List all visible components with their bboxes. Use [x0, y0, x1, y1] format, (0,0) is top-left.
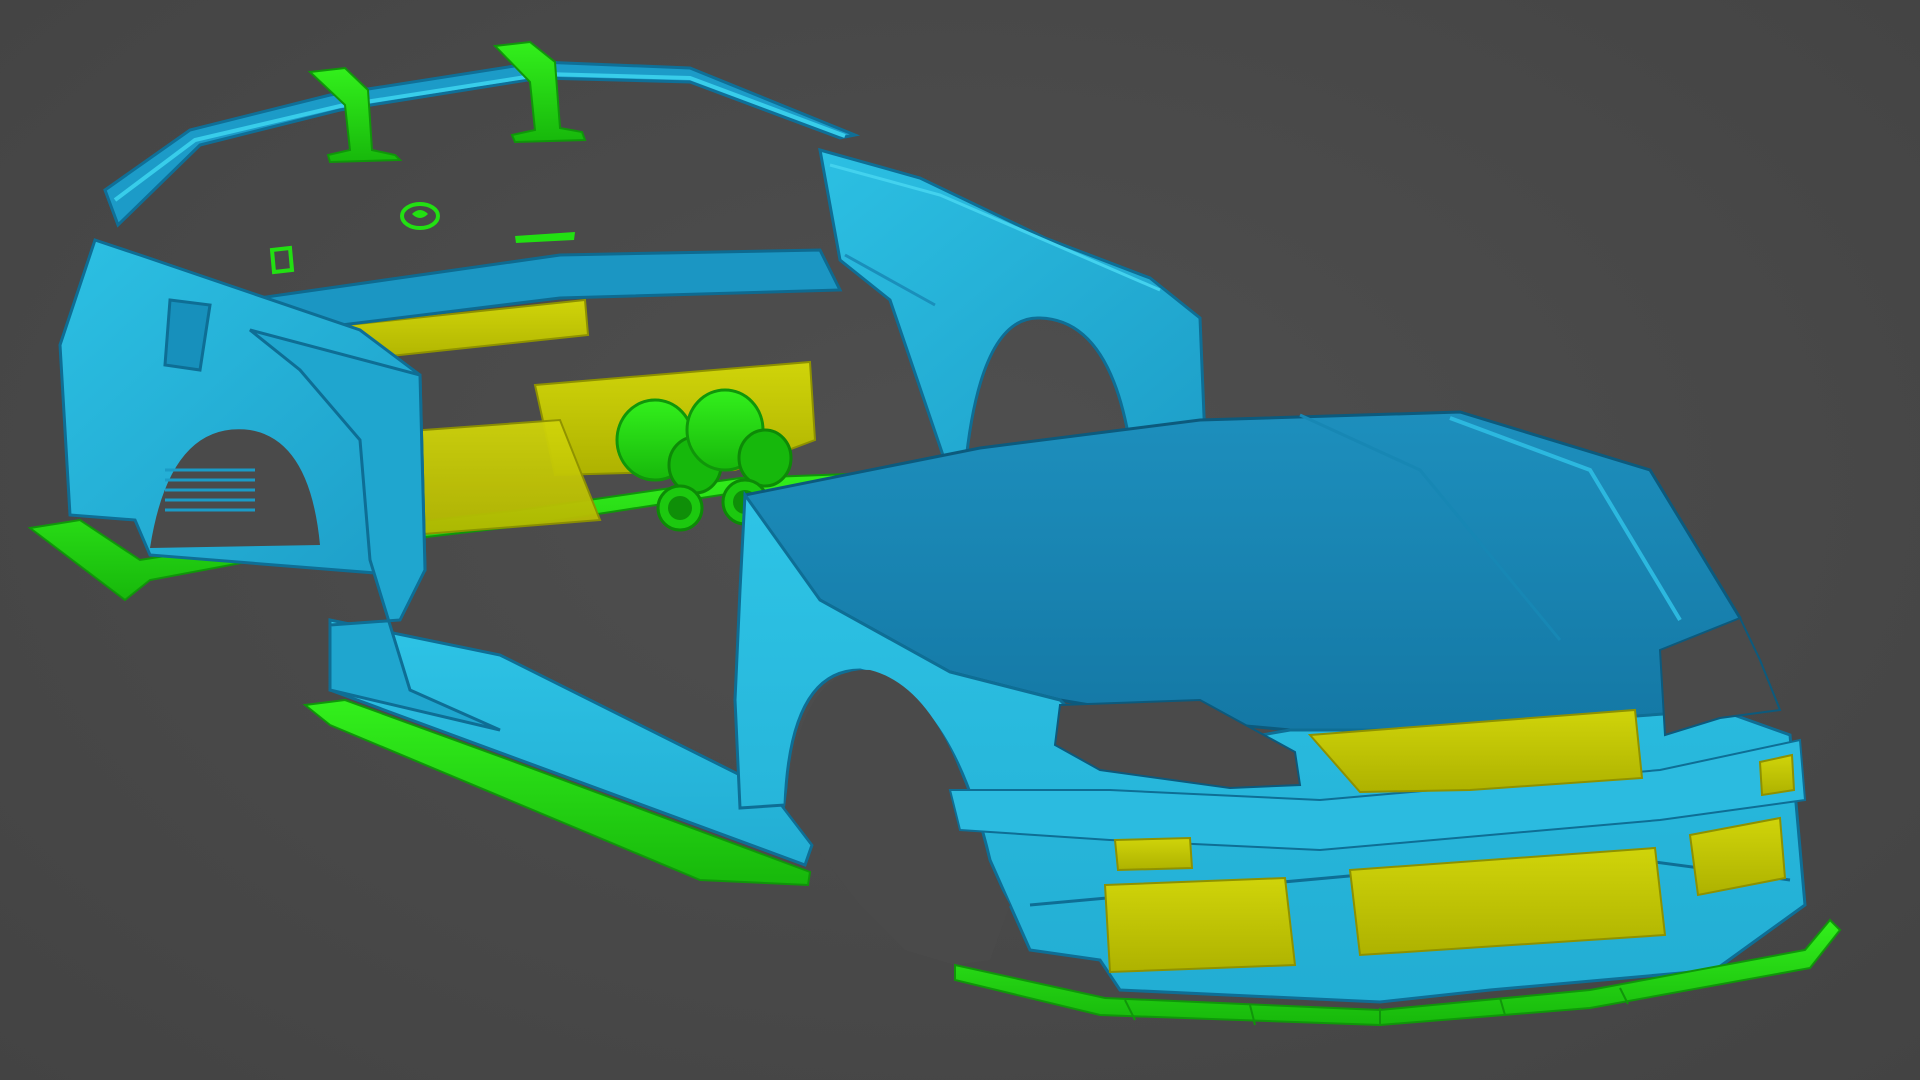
rear-fender-panel[interactable]: [818, 147, 1207, 472]
emblem: [400, 202, 440, 230]
exhaust-tip[interactable]: [656, 484, 704, 532]
car-model-render[interactable]: [0, 0, 1920, 1080]
rear-wing[interactable]: [103, 60, 861, 228]
emblem: [269, 245, 295, 275]
emblem: [515, 232, 575, 243]
grille-insert[interactable]: [1103, 876, 1297, 974]
3d-viewport[interactable]: [0, 0, 1920, 1080]
wing-stand[interactable]: [492, 40, 587, 144]
